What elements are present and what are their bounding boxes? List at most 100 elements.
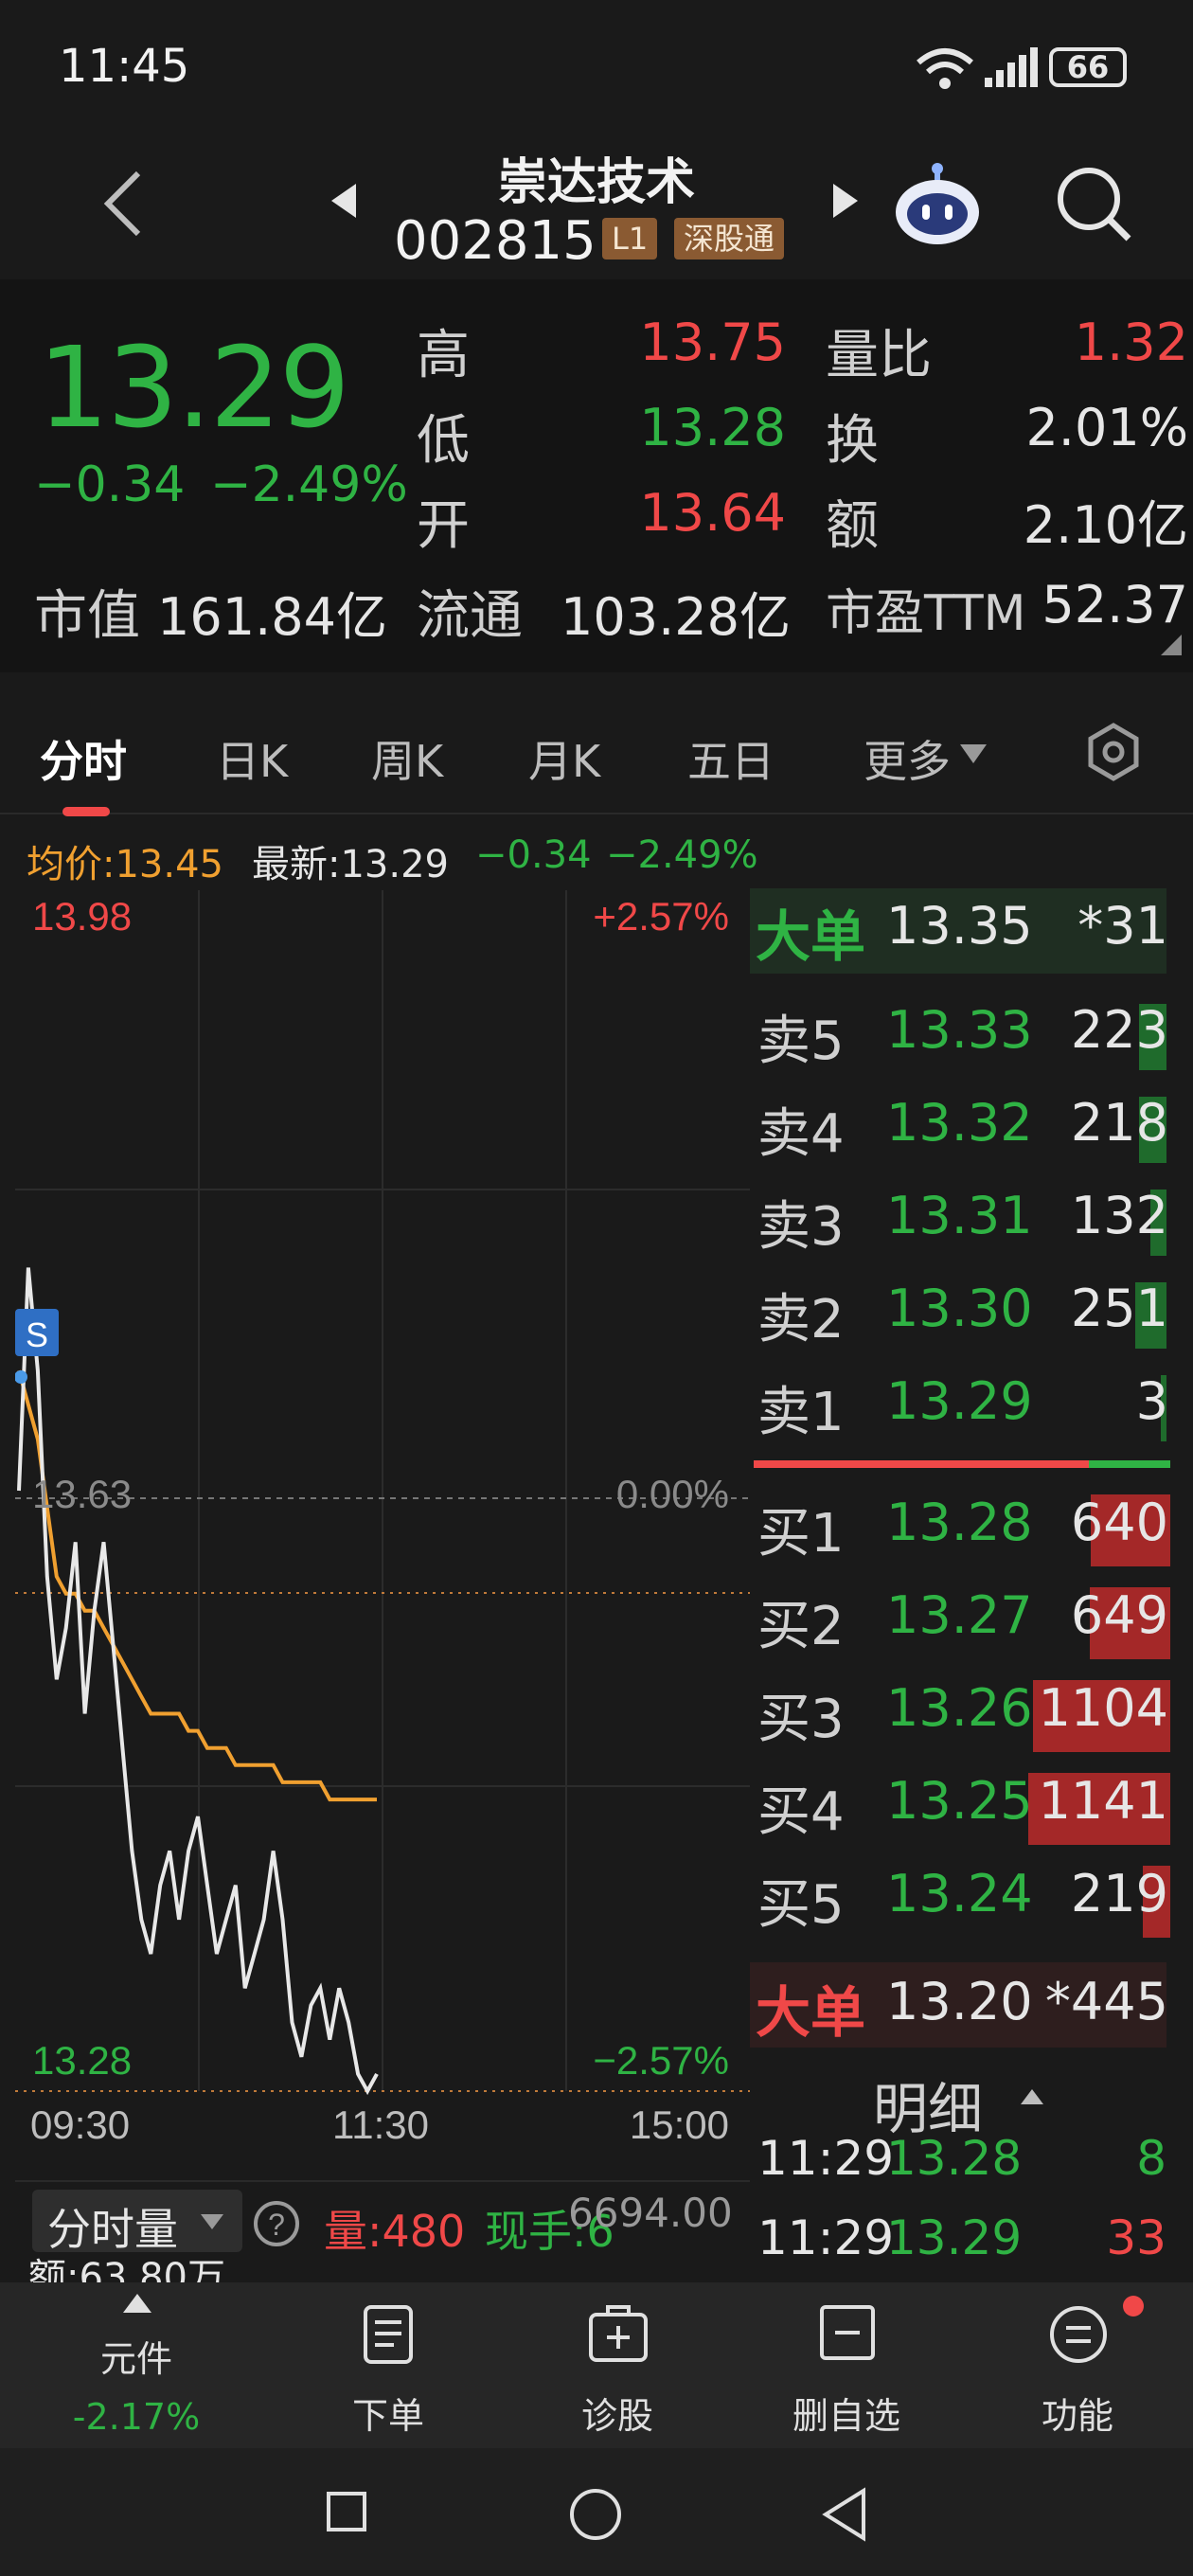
buy-sell-ratio-green [1089,1460,1170,1468]
latest-change-pct: −2.49% [606,833,758,877]
y-mid-pct-label: 0.00% [616,1472,729,1516]
latest-price: 最新:13.29 [252,843,449,886]
tick-time: 11:29 [757,2210,895,2265]
buy-level-label: 买2 [757,1596,845,1657]
buy-level-volume: 1141 [1038,1771,1168,1831]
s-marker-label: S [26,1315,48,1354]
y-bot-pct-label: −2.57% [593,2038,729,2083]
tab-monthly-k[interactable]: 月K [528,727,600,790]
signal-icon [985,47,1038,87]
price-change: −0.34 [34,456,186,513]
sell-level-label: 卖3 [757,1196,845,1258]
sell-level-volume: 218 [1070,1093,1168,1153]
tab-active-indicator [62,807,110,816]
latest-change: −0.34 [475,833,592,877]
amount-label: 额 [826,495,879,557]
expand-corner-icon[interactable] [1159,633,1184,657]
buy-level-label: 买1 [757,1503,845,1565]
remove-watchlist-icon [820,2305,875,2360]
tick-price: 13.28 [886,2131,1023,2186]
volume-value: 量:480 [324,2206,466,2257]
big-sell-price: 13.35 [886,896,1033,956]
buy-level-label: 买3 [757,1689,845,1750]
back-nav-icon[interactable] [820,2487,869,2542]
battery-icon: 66 [1049,47,1127,87]
tick-volume: 8 [1136,2131,1166,2186]
big-buy-volume: *445 [1044,1972,1168,2031]
high-value: 13.75 [639,313,786,372]
nav-sector-pct: -2.17% [72,2396,201,2438]
buy-level-volume: 1104 [1038,1678,1168,1738]
big-buy-label: 大单 [756,1980,866,2045]
price-change-pct: −2.49% [210,456,408,513]
sell-level-volume: 132 [1070,1186,1168,1245]
volume-dropdown-icon [201,2214,223,2229]
big-sell-label: 大单 [756,904,866,969]
y-top-label: 13.98 [32,894,132,939]
tick-time: 11:29 [757,2131,895,2186]
search-icon[interactable] [1051,161,1136,246]
turnover-value: 2.01% [1025,398,1188,457]
tab-five-day[interactable]: 五日 [687,727,775,790]
detail-collapse-icon[interactable] [1019,2087,1045,2106]
sell-level-label: 卖1 [757,1382,845,1443]
turnover-label: 换 [826,410,879,472]
status-time: 11:45 [59,40,190,93]
nav-functions[interactable]: 功能 [983,2387,1172,2439]
notification-dot [1123,2296,1144,2317]
help-icon[interactable]: ? [252,2199,301,2248]
recents-icon[interactable] [326,2491,367,2532]
x-label-midday: 11:30 [332,2102,429,2140]
low-label: 低 [417,410,470,472]
shenzhen-connect-tag: 深股通 [674,218,785,259]
buy-level-label: 买5 [757,1874,845,1936]
buy-level-label: 买4 [757,1781,845,1843]
sell-level-label: 卖2 [757,1289,845,1351]
amount-value: 2.10亿 [1023,495,1188,555]
tick-price: 13.29 [886,2210,1023,2265]
open-label: 开 [417,495,470,557]
next-stock-icon[interactable] [829,180,862,222]
intraday-chart[interactable]: S 13.98 +2.57% 13.63 0.00% 13.28 −2.57% … [15,890,750,2140]
pe-label: 市盈TTM [826,585,1026,642]
open-value: 13.64 [639,483,786,543]
low-value: 13.28 [639,398,786,457]
float-cap-value: 103.28亿 [561,587,791,647]
market-cap-value: 161.84亿 [157,587,387,647]
order-icon [364,2305,413,2364]
function-menu-icon [1050,2306,1107,2363]
sector-up-icon [123,2294,151,2313]
nav-sector[interactable]: 元件 [42,2330,231,2382]
tick-volume: 33 [1106,2210,1166,2265]
diagnose-icon [589,2305,648,2362]
big-buy-price: 13.20 [886,1972,1033,2031]
buy-level-volume: 649 [1070,1585,1168,1645]
nav-remove-watchlist[interactable]: 删自选 [752,2387,941,2439]
stock-code: 002815 [394,210,596,272]
settings-hexagon-icon[interactable] [1083,722,1144,782]
volume-ratio-label: 量比 [826,325,932,386]
level-tag: L1 [602,218,658,259]
sell-level-volume: 3 [1135,1371,1168,1431]
tab-daily-k[interactable]: 日K [216,727,288,790]
tab-more[interactable]: 更多 [864,727,951,790]
svg-text:?: ? [268,2208,285,2242]
pe-value: 52.37 [1042,575,1188,635]
avg-price: 均价:13.45 [27,843,223,886]
nav-diagnose[interactable]: 诊股 [523,2387,712,2439]
tab-intraday[interactable]: 分时 [40,727,127,790]
big-sell-volume: *31 [1077,896,1168,956]
tab-weekly-k[interactable]: 周K [371,727,443,790]
nav-order[interactable]: 下单 [294,2387,483,2439]
y-top-pct-label: +2.57% [593,894,729,939]
stock-name: 崇达技术 [497,154,695,211]
volume-axis-max: 6694.00 [568,2190,733,2236]
robot-assistant-icon[interactable] [890,155,985,250]
y-mid-label: 13.63 [32,1472,132,1516]
current-price: 13.29 [38,322,350,453]
home-icon[interactable] [568,2487,623,2542]
sell-level-volume: 223 [1070,1000,1168,1060]
buy-level-volume: 640 [1070,1493,1168,1552]
market-cap-label: 市值 [34,585,140,647]
x-label-close: 15:00 [630,2102,729,2140]
